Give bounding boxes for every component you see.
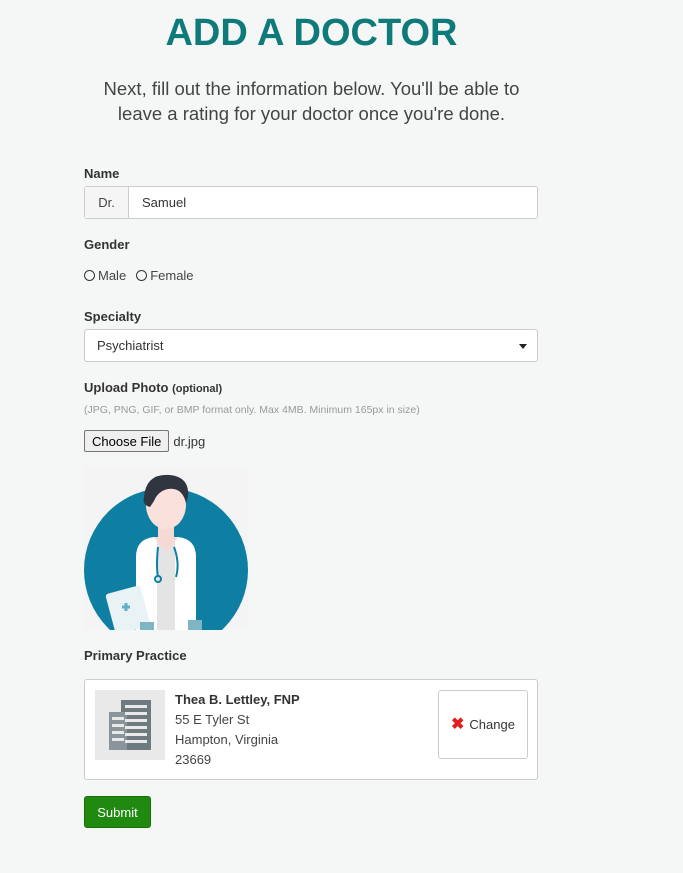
choose-file-button[interactable]: Choose File — [84, 430, 170, 452]
gender-label: Gender — [84, 237, 130, 252]
specialty-select[interactable]: Psychiatrist — [84, 329, 538, 362]
radio-circle-icon[interactable] — [136, 270, 148, 281]
building-icon — [95, 690, 165, 760]
specialty-label: Specialty — [84, 309, 142, 324]
change-label: Change — [469, 717, 515, 732]
name-prefix: Dr. — [85, 187, 129, 218]
practice-zip: 23669 — [175, 752, 212, 767]
practice-name: Thea B. Lettley, FNP — [175, 692, 300, 707]
name-input-group: Dr. — [84, 186, 538, 219]
page-title: ADD A DOCTOR — [165, 12, 458, 54]
submit-button[interactable]: Submit — [84, 796, 151, 828]
file-input: Choose File dr.jpg — [84, 430, 205, 452]
file-name: dr.jpg — [173, 433, 206, 449]
doctor-photo-preview — [84, 467, 248, 630]
practice-address-line1: 55 E Tyler St — [175, 712, 250, 727]
doctor-illustration — [84, 467, 248, 630]
gender-radio-group: Male Female — [84, 268, 194, 283]
gender-female-label: Female — [150, 268, 194, 283]
caret-down-icon — [519, 344, 527, 349]
upload-hint: (JPG, PNG, GIF, or BMP format only. Max … — [84, 404, 420, 416]
upload-photo-label-text: Upload Photo — [84, 380, 169, 395]
change-practice-button[interactable]: ✖ Change — [438, 690, 528, 759]
name-input[interactable] — [129, 187, 537, 218]
x-icon: ✖ — [451, 715, 465, 733]
upload-photo-label: Upload Photo (optional) — [84, 380, 222, 395]
page-subtitle: Next, fill out the information below. Yo… — [103, 78, 520, 124]
name-label: Name — [84, 166, 120, 181]
optional-tag: (optional) — [172, 383, 223, 395]
practice-address-line2: Hampton, Virginia — [175, 732, 279, 747]
gender-radio-male[interactable]: Male — [84, 268, 126, 283]
primary-practice-label: Primary Practice — [84, 648, 187, 663]
radio-circle-icon[interactable] — [84, 270, 95, 281]
primary-practice-card: Thea B. Lettley, FNP 55 E Tyler St Hampt… — [84, 679, 538, 780]
specialty-selected-value: Psychiatrist — [97, 338, 164, 353]
gender-male-label: Male — [98, 268, 127, 283]
gender-radio-female[interactable]: Female — [136, 268, 194, 283]
